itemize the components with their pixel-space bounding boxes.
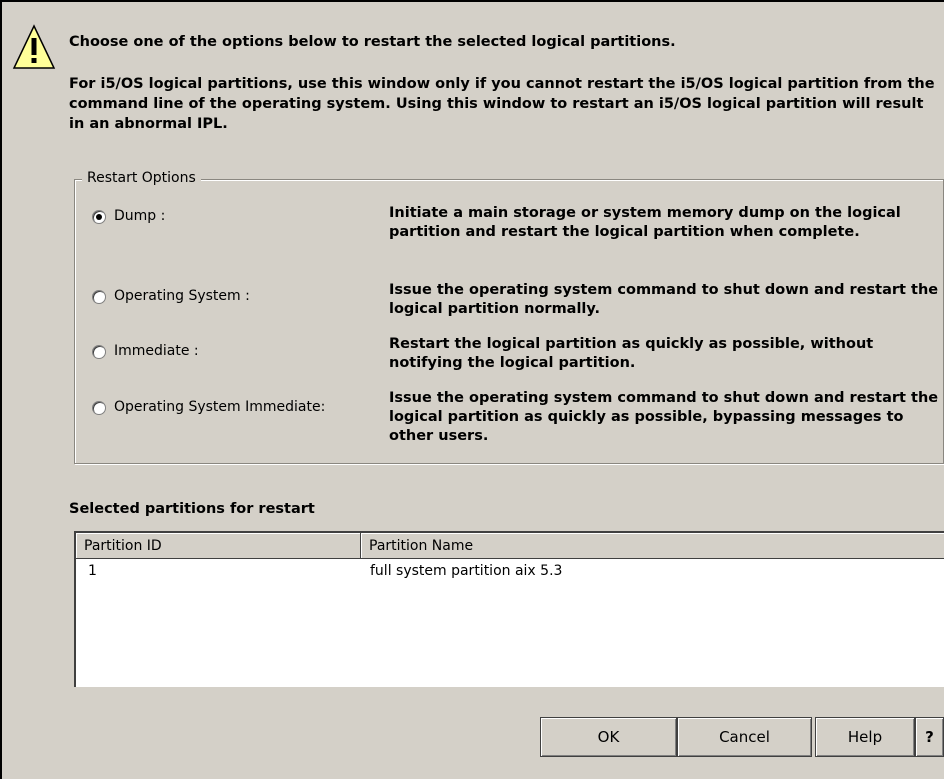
radio-immediate-label: Immediate :: [114, 343, 199, 359]
radio-button[interactable]: [92, 345, 106, 359]
radio-operating-system-immediate[interactable]: Operating System Immediate:: [92, 397, 325, 417]
warning-icon: [12, 24, 56, 69]
partitions-table[interactable]: Partition ID Partition Name 1 full syste…: [74, 531, 944, 687]
help-button[interactable]: Help: [815, 717, 915, 757]
immediate-description: Restart the logical partition as quickly…: [389, 336, 874, 371]
cell-partition-id: 1: [88, 563, 97, 579]
dump-description: Initiate a main storage or system memory…: [389, 205, 901, 240]
radio-immediate[interactable]: Immediate :: [92, 341, 199, 361]
radio-button[interactable]: [92, 401, 106, 415]
operating-system-description: Issue the operating system command to sh…: [389, 282, 939, 317]
column-header-partition-id[interactable]: Partition ID: [76, 533, 361, 559]
operating-system-immediate-description: Issue the operating system command to sh…: [389, 390, 939, 444]
ok-button[interactable]: OK: [540, 717, 677, 757]
radio-dump-label: Dump :: [114, 208, 166, 224]
radio-operating-system[interactable]: Operating System :: [92, 286, 250, 306]
context-help-button[interactable]: ?: [915, 717, 944, 757]
cell-partition-name: full system partition aix 5.3: [370, 563, 563, 579]
radio-dump[interactable]: Dump :: [92, 206, 165, 226]
column-header-partition-name[interactable]: Partition Name: [361, 533, 944, 559]
restart-options-title: Restart Options: [82, 170, 201, 186]
instruction-text: Choose one of the options below to resta…: [69, 34, 676, 50]
radio-operating-system-label: Operating System :: [114, 288, 250, 304]
window-edge-left: [0, 0, 2, 779]
window-edge-top: [0, 0, 944, 2]
selected-partitions-title: Selected partitions for restart: [69, 501, 315, 517]
radio-button-checked[interactable]: [92, 210, 106, 224]
radio-button[interactable]: [92, 290, 106, 304]
i5os-warning-text: For i5/OS logical partitions, use this w…: [69, 76, 935, 132]
radio-operating-system-immediate-label: Operating System Immediate:: [114, 399, 326, 415]
cancel-button[interactable]: Cancel: [677, 717, 812, 757]
